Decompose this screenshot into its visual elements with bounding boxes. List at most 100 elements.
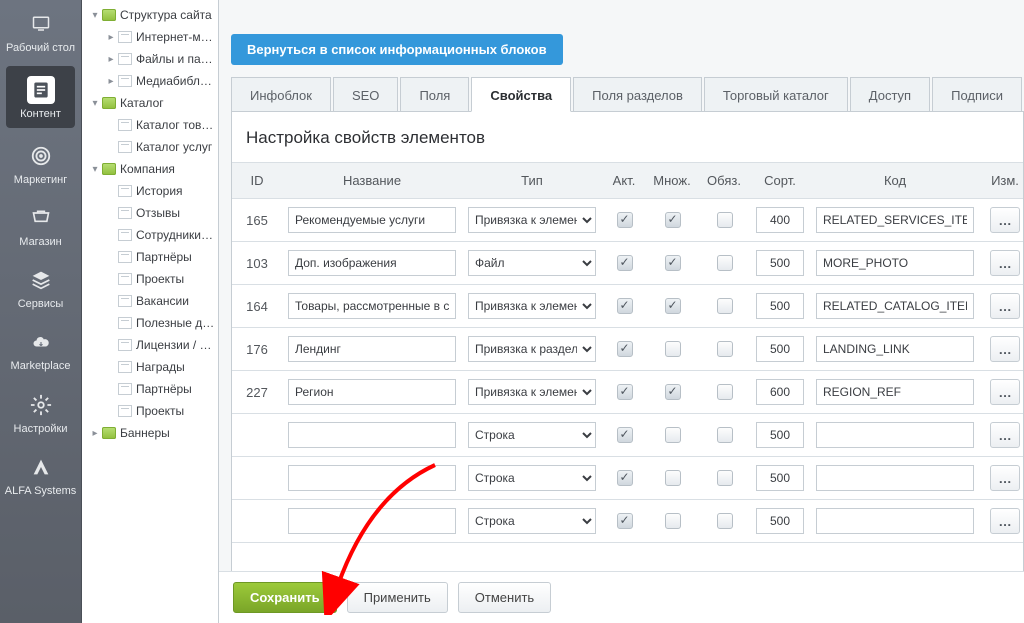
type-select[interactable]: СтрокаФайлПривязка к элементамПривязка к… [468, 422, 596, 448]
name-input[interactable] [288, 508, 456, 534]
nav-item-marketplace[interactable]: Marketplace [0, 318, 81, 380]
code-input[interactable] [816, 422, 974, 448]
tree-twist-icon[interactable]: ▸ [88, 426, 102, 440]
tree-node[interactable]: ▾Каталог [84, 92, 218, 114]
edit-button[interactable]: … [990, 465, 1020, 491]
tree-node[interactable]: Проекты [84, 400, 218, 422]
mult-checkbox[interactable] [665, 470, 681, 486]
type-select[interactable]: СтрокаФайлПривязка к элементамПривязка к… [468, 465, 596, 491]
name-input[interactable] [288, 465, 456, 491]
act-checkbox[interactable] [617, 384, 633, 400]
code-input[interactable] [816, 379, 974, 405]
tree-node[interactable]: Каталог услуг [84, 136, 218, 158]
tree-node[interactable]: ▸Файлы и папки [84, 48, 218, 70]
req-checkbox[interactable] [717, 298, 733, 314]
code-input[interactable] [816, 465, 974, 491]
code-input[interactable] [816, 207, 974, 233]
code-input[interactable] [816, 336, 974, 362]
type-select[interactable]: СтрокаФайлПривязка к элементамПривязка к… [468, 207, 596, 233]
act-checkbox[interactable] [617, 341, 633, 357]
sort-input[interactable] [756, 207, 804, 233]
req-checkbox[interactable] [717, 341, 733, 357]
cancel-button[interactable]: Отменить [458, 582, 551, 613]
tree-node[interactable]: ▸Медиабиблиотека [84, 70, 218, 92]
tree-node[interactable]: Полезные документы [84, 312, 218, 334]
name-input[interactable] [288, 207, 456, 233]
tab-3[interactable]: Свойства [471, 77, 571, 112]
act-checkbox[interactable] [617, 212, 633, 228]
nav-item-desktop[interactable]: Рабочий стол [0, 0, 81, 62]
name-input[interactable] [288, 379, 456, 405]
tree-node[interactable]: ▸Баннеры [84, 422, 218, 444]
nav-item-settings[interactable]: Настройки [0, 381, 81, 443]
mult-checkbox[interactable] [665, 427, 681, 443]
tree-node[interactable]: Лицензии / сертификаты [84, 334, 218, 356]
sort-input[interactable] [756, 336, 804, 362]
sort-input[interactable] [756, 293, 804, 319]
tree-node[interactable]: Партнёры [84, 246, 218, 268]
tab-0[interactable]: Инфоблок [231, 77, 331, 111]
type-select[interactable]: СтрокаФайлПривязка к элементамПривязка к… [468, 293, 596, 319]
code-input[interactable] [816, 508, 974, 534]
req-checkbox[interactable] [717, 470, 733, 486]
sort-input[interactable] [756, 508, 804, 534]
apply-button[interactable]: Применить [347, 582, 448, 613]
code-input[interactable] [816, 293, 974, 319]
type-select[interactable]: СтрокаФайлПривязка к элементамПривязка к… [468, 508, 596, 534]
tree-node[interactable]: Сотрудники компании [84, 224, 218, 246]
mult-checkbox[interactable] [665, 298, 681, 314]
tree-twist-icon[interactable]: ▾ [88, 8, 102, 22]
act-checkbox[interactable] [617, 255, 633, 271]
edit-button[interactable]: … [990, 379, 1020, 405]
tree-twist-icon[interactable]: ▾ [88, 162, 102, 176]
name-input[interactable] [288, 293, 456, 319]
name-input[interactable] [288, 422, 456, 448]
code-input[interactable] [816, 250, 974, 276]
tree-node[interactable]: ▸Интернет-магазин [84, 26, 218, 48]
type-select[interactable]: СтрокаФайлПривязка к элементамПривязка к… [468, 250, 596, 276]
sort-input[interactable] [756, 422, 804, 448]
req-checkbox[interactable] [717, 513, 733, 529]
mult-checkbox[interactable] [665, 341, 681, 357]
nav-item-shop[interactable]: Магазин [0, 194, 81, 256]
tab-6[interactable]: Доступ [850, 77, 930, 111]
back-to-list-button[interactable]: Вернуться в список информационных блоков [231, 34, 563, 65]
tree-node[interactable]: ▾Компания [84, 158, 218, 180]
act-checkbox[interactable] [617, 513, 633, 529]
tab-1[interactable]: SEO [333, 77, 398, 111]
sort-input[interactable] [756, 250, 804, 276]
tree-node[interactable]: Отзывы [84, 202, 218, 224]
save-button[interactable]: Сохранить [233, 582, 337, 613]
tree-node[interactable]: Проекты [84, 268, 218, 290]
name-input[interactable] [288, 250, 456, 276]
mult-checkbox[interactable] [665, 384, 681, 400]
edit-button[interactable]: … [990, 293, 1020, 319]
tree-twist-icon[interactable]: ▸ [104, 30, 118, 44]
type-select[interactable]: СтрокаФайлПривязка к элементамПривязка к… [468, 379, 596, 405]
tree-node[interactable]: ▾Структура сайта [84, 4, 218, 26]
nav-item-services[interactable]: Сервисы [0, 256, 81, 318]
sort-input[interactable] [756, 379, 804, 405]
edit-button[interactable]: … [990, 336, 1020, 362]
tab-2[interactable]: Поля [400, 77, 469, 111]
req-checkbox[interactable] [717, 255, 733, 271]
act-checkbox[interactable] [617, 470, 633, 486]
nav-item-content[interactable]: Контент [6, 66, 75, 128]
tree-node[interactable]: Каталог товаров [84, 114, 218, 136]
type-select[interactable]: СтрокаФайлПривязка к элементамПривязка к… [468, 336, 596, 362]
req-checkbox[interactable] [717, 384, 733, 400]
nav-item-alfa[interactable]: ALFA Systems [0, 443, 81, 505]
mult-checkbox[interactable] [665, 212, 681, 228]
mult-checkbox[interactable] [665, 513, 681, 529]
tree-twist-icon[interactable]: ▸ [104, 52, 118, 66]
tab-4[interactable]: Поля разделов [573, 77, 702, 111]
edit-button[interactable]: … [990, 250, 1020, 276]
tree-node[interactable]: Партнёры [84, 378, 218, 400]
tree-twist-icon[interactable]: ▾ [88, 96, 102, 110]
tree-node[interactable]: Награды [84, 356, 218, 378]
req-checkbox[interactable] [717, 427, 733, 443]
tree-node[interactable]: История [84, 180, 218, 202]
edit-button[interactable]: … [990, 422, 1020, 448]
nav-item-marketing[interactable]: Маркетинг [0, 132, 81, 194]
edit-button[interactable]: … [990, 508, 1020, 534]
